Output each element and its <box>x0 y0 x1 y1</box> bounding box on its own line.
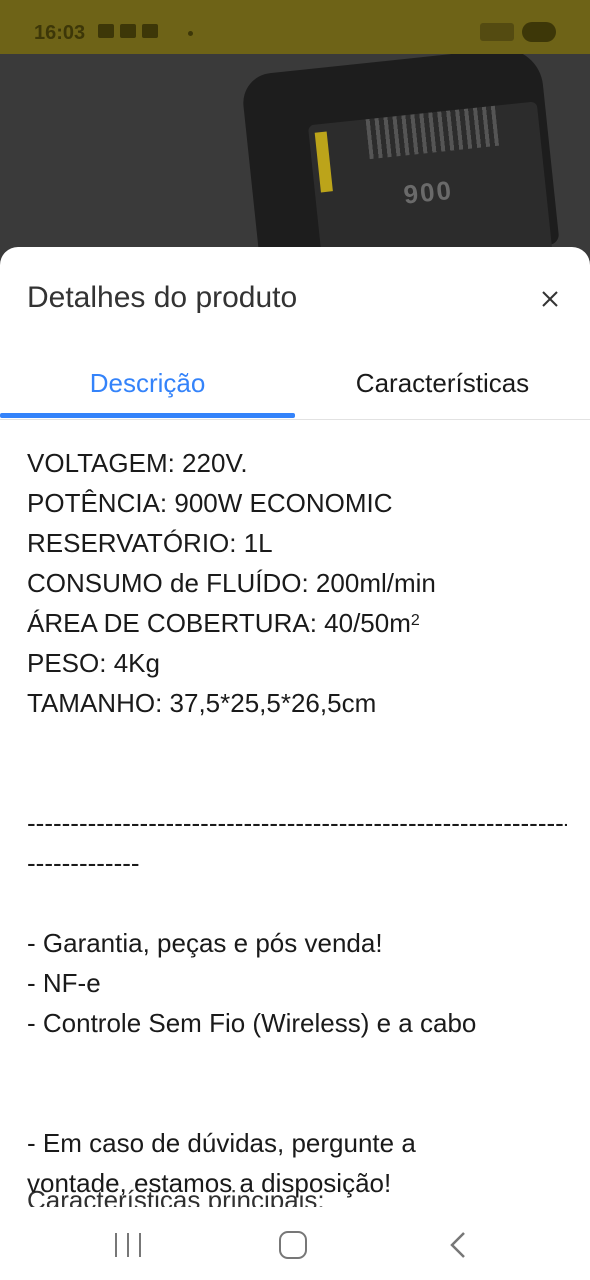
divider-dashes: ----------------------------------------… <box>27 808 567 838</box>
more-notifications-icon <box>188 31 193 36</box>
bullet-warranty: - Garantia, peças e pós venda! <box>27 928 383 958</box>
notification-icon <box>98 24 114 38</box>
battery-icon <box>522 22 556 42</box>
close-button[interactable] <box>534 283 566 315</box>
tab-bar: Descrição Características <box>0 347 590 420</box>
description-text: VOLTAGEM: 220V. POTÊNCIA: 900W ECONOMIC … <box>27 443 567 1203</box>
spec-coverage: ÁREA DE COBERTURA: 40/50m2 <box>27 608 420 638</box>
close-icon <box>542 291 558 307</box>
status-bar: 16:03 <box>0 0 590 54</box>
product-photo: 900 <box>240 44 560 270</box>
bullet-control: - Controle Sem Fio (Wireless) e a cabo <box>27 1008 477 1038</box>
doubts-line-1: - Em caso de dúvidas, pergunte a <box>27 1128 416 1158</box>
signal-icon <box>480 23 514 41</box>
youtube-icon <box>142 24 158 38</box>
recent-apps-icon <box>115 1233 117 1257</box>
back-icon <box>450 1232 465 1258</box>
product-photo-text: 900 <box>402 174 455 210</box>
status-time: 16:03 <box>34 22 86 44</box>
spec-reservoir: RESERVATÓRIO: 1L <box>27 528 273 558</box>
cut-off-text-line: Características principais: <box>27 1185 325 1207</box>
spec-voltage: VOLTAGEM: 220V. <box>27 448 248 478</box>
spec-consumption: CONSUMO de FLUÍDO: 200ml/min <box>27 568 436 598</box>
spec-weight: PESO: 4Kg <box>27 648 160 678</box>
product-details-sheet: Detalhes do produto Descrição Caracterís… <box>0 247 590 1207</box>
tab-caracteristicas[interactable]: Características <box>295 347 590 419</box>
notification-icon <box>120 24 136 38</box>
bullet-nfe: - NF-e <box>27 968 101 998</box>
home-button[interactable] <box>279 1231 307 1259</box>
sheet-title: Detalhes do produto <box>27 281 298 314</box>
system-nav-bar <box>0 1207 590 1280</box>
divider-dashes-cont: ------------- <box>27 848 140 878</box>
tab-descricao[interactable]: Descrição <box>0 347 295 419</box>
back-button[interactable] <box>446 1231 472 1259</box>
recent-apps-button[interactable] <box>115 1233 141 1257</box>
spec-size: TAMANHO: 37,5*25,5*26,5cm <box>27 688 377 718</box>
active-tab-indicator <box>0 413 295 418</box>
spec-power: POTÊNCIA: 900W ECONOMIC <box>27 488 393 518</box>
